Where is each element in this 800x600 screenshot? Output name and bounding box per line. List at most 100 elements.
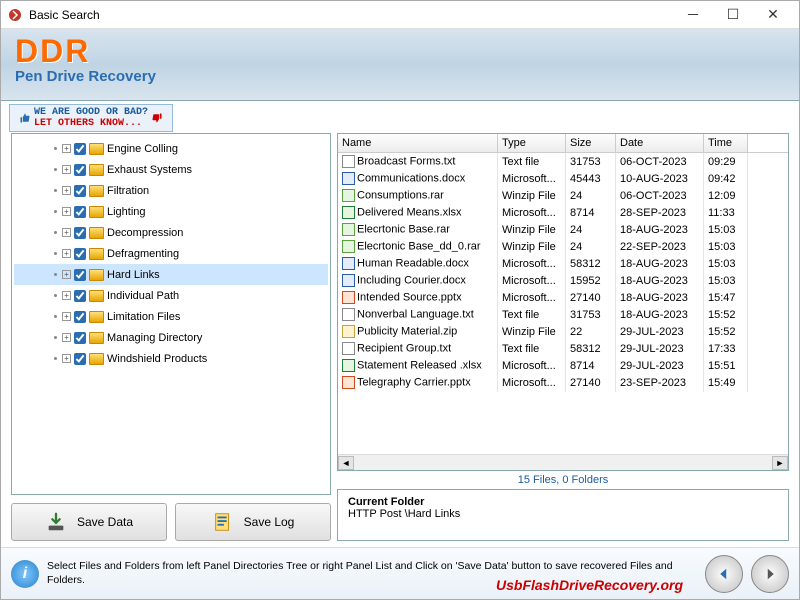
horizontal-scrollbar[interactable]: ◄ ► xyxy=(338,454,788,470)
file-icon xyxy=(342,376,355,389)
list-row[interactable]: Communications.docxMicrosoft...4544310-A… xyxy=(338,170,788,187)
tree-item[interactable]: +Managing Directory xyxy=(14,327,328,348)
maximize-button[interactable]: ☐ xyxy=(713,2,753,28)
expand-icon[interactable]: + xyxy=(62,228,71,237)
folder-icon xyxy=(89,332,104,344)
list-row[interactable]: Elecrtonic Base.rarWinzip File2418-AUG-2… xyxy=(338,221,788,238)
tree-item[interactable]: +Limitation Files xyxy=(14,306,328,327)
tree-item[interactable]: +Windshield Products xyxy=(14,348,328,369)
file-type: Microsoft... xyxy=(498,289,566,307)
tree-item[interactable]: + Decompression xyxy=(14,222,328,243)
file-size: 24 xyxy=(566,238,616,256)
file-type: Winzip File xyxy=(498,187,566,205)
file-icon xyxy=(342,325,355,338)
list-body[interactable]: Broadcast Forms.txtText file3175306-OCT-… xyxy=(338,153,788,454)
tree-checkbox[interactable] xyxy=(74,290,86,302)
tree-item[interactable]: +Individual Path xyxy=(14,285,328,306)
list-row[interactable]: Delivered Means.xlsxMicrosoft...871428-S… xyxy=(338,204,788,221)
expand-icon[interactable]: + xyxy=(62,186,71,195)
file-icon xyxy=(342,274,355,287)
save-log-button[interactable]: Save Log xyxy=(175,503,331,541)
expand-icon[interactable]: + xyxy=(62,207,71,216)
brand-link[interactable]: UsbFlashDriveRecovery.org xyxy=(496,577,683,593)
file-name: Recipient Group.txt xyxy=(357,342,451,354)
file-time: 11:33 xyxy=(704,204,748,222)
file-type: Microsoft... xyxy=(498,357,566,375)
file-type: Microsoft... xyxy=(498,272,566,290)
save-data-button[interactable]: Save Data xyxy=(11,503,167,541)
feedback-button[interactable]: WE ARE GOOD OR BAD? LET OTHERS KNOW... xyxy=(9,104,173,132)
tree-checkbox[interactable] xyxy=(74,143,86,155)
expand-icon[interactable]: + xyxy=(62,333,71,342)
tree-item[interactable]: +Hard Links xyxy=(14,264,328,285)
list-row[interactable]: Publicity Material.zipWinzip File2229-JU… xyxy=(338,323,788,340)
file-date: 18-AUG-2023 xyxy=(616,306,704,324)
file-icon xyxy=(342,342,355,355)
list-row[interactable]: Elecrtonic Base_dd_0.rarWinzip File2422-… xyxy=(338,238,788,255)
list-row[interactable]: Recipient Group.txtText file5831229-JUL-… xyxy=(338,340,788,357)
list-row[interactable]: Human Readable.docxMicrosoft...5831218-A… xyxy=(338,255,788,272)
expand-icon[interactable]: + xyxy=(62,291,71,300)
file-size: 27140 xyxy=(566,374,616,392)
tree-checkbox[interactable] xyxy=(74,227,86,239)
list-row[interactable]: Including Courier.docxMicrosoft...159521… xyxy=(338,272,788,289)
list-row[interactable]: Consumptions.rarWinzip File2406-OCT-2023… xyxy=(338,187,788,204)
col-date[interactable]: Date xyxy=(616,134,704,152)
tree-checkbox[interactable] xyxy=(74,206,86,218)
list-row[interactable]: Nonverbal Language.txtText file3175318-A… xyxy=(338,306,788,323)
directory-tree[interactable]: +Engine Colling+Exhaust Systems+Filtrati… xyxy=(11,133,331,495)
app-icon xyxy=(7,7,23,23)
tree-checkbox[interactable] xyxy=(74,332,86,344)
col-type[interactable]: Type xyxy=(498,134,566,152)
footer: i Select Files and Folders from left Pan… xyxy=(1,547,799,599)
nav-back-button[interactable] xyxy=(705,555,743,593)
file-date: 18-AUG-2023 xyxy=(616,272,704,290)
scroll-right-icon[interactable]: ► xyxy=(772,456,788,470)
file-date: 23-SEP-2023 xyxy=(616,374,704,392)
expand-icon[interactable]: + xyxy=(62,354,71,363)
nav-forward-button[interactable] xyxy=(751,555,789,593)
close-button[interactable]: ✕ xyxy=(753,2,793,28)
col-time[interactable]: Time xyxy=(704,134,748,152)
tree-item-label: Decompression xyxy=(107,227,183,239)
file-name: Delivered Means.xlsx xyxy=(357,206,462,218)
tree-item[interactable]: +Lighting xyxy=(14,201,328,222)
tree-item[interactable]: +Exhaust Systems xyxy=(14,159,328,180)
file-time: 12:09 xyxy=(704,187,748,205)
tree-checkbox[interactable] xyxy=(74,311,86,323)
file-time: 15:51 xyxy=(704,357,748,375)
feedback-strip: WE ARE GOOD OR BAD? LET OTHERS KNOW... xyxy=(1,101,799,129)
file-date: 06-OCT-2023 xyxy=(616,187,704,205)
save-log-label: Save Log xyxy=(244,515,295,529)
list-row[interactable]: Statement Released .xlsxMicrosoft...8714… xyxy=(338,357,788,374)
tree-item[interactable]: +Defragmenting xyxy=(14,243,328,264)
file-list: Name Type Size Date Time Broadcast Forms… xyxy=(337,133,789,471)
expand-icon[interactable]: + xyxy=(62,312,71,321)
tree-checkbox[interactable] xyxy=(74,269,86,281)
expand-icon[interactable]: + xyxy=(62,249,71,258)
feedback-line1: WE ARE GOOD OR BAD? xyxy=(34,107,148,118)
tree-checkbox[interactable] xyxy=(74,185,86,197)
tree-item[interactable]: +Filtration xyxy=(14,180,328,201)
tree-checkbox[interactable] xyxy=(74,164,86,176)
file-type: Text file xyxy=(498,340,566,358)
list-row[interactable]: Broadcast Forms.txtText file3175306-OCT-… xyxy=(338,153,788,170)
app-window: Basic Search － ☐ ✕ DDR Pen Drive Recover… xyxy=(0,0,800,600)
col-name[interactable]: Name xyxy=(338,134,498,152)
file-name: Including Courier.docx xyxy=(357,274,466,286)
list-row[interactable]: Intended Source.pptxMicrosoft...2714018-… xyxy=(338,289,788,306)
folder-icon xyxy=(89,185,104,197)
expand-icon[interactable]: + xyxy=(62,270,71,279)
file-type: Text file xyxy=(498,306,566,324)
tree-checkbox[interactable] xyxy=(74,353,86,365)
col-size[interactable]: Size xyxy=(566,134,616,152)
expand-icon[interactable]: + xyxy=(62,144,71,153)
file-icon xyxy=(342,223,355,236)
list-row[interactable]: Telegraphy Carrier.pptxMicrosoft...27140… xyxy=(338,374,788,391)
expand-icon[interactable]: + xyxy=(62,165,71,174)
tree-checkbox[interactable] xyxy=(74,248,86,260)
banner-subtitle: Pen Drive Recovery xyxy=(15,68,785,85)
scroll-left-icon[interactable]: ◄ xyxy=(338,456,354,470)
minimize-button[interactable]: － xyxy=(673,2,713,28)
tree-item[interactable]: +Engine Colling xyxy=(14,138,328,159)
